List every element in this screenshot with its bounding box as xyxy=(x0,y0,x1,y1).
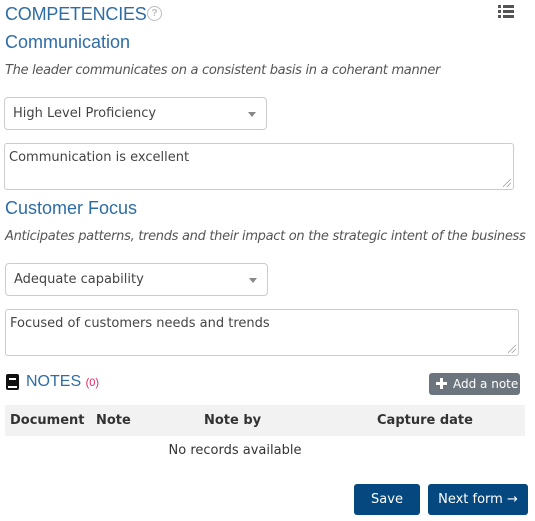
page-title: COMPETENCIES xyxy=(5,4,147,24)
add-note-button[interactable]: Add a note xyxy=(429,373,520,395)
competency-description: The leader communicates on a consistent … xyxy=(5,63,441,78)
competency-title: Communication xyxy=(5,32,131,52)
empty-message: No records available xyxy=(168,443,302,458)
column-header-note[interactable]: Note xyxy=(96,405,131,436)
notes-count: (0) xyxy=(85,377,100,389)
rating-select[interactable]: High Level Proficiency xyxy=(4,97,267,130)
notes-table-header: Document Note Note by Capture date xyxy=(5,405,525,436)
plus-icon xyxy=(436,378,447,389)
comment-textarea[interactable]: Communication is excellent xyxy=(4,143,514,190)
column-header-capture-date[interactable]: Capture date xyxy=(377,405,473,436)
rating-select-value: Adequate capability xyxy=(14,272,144,287)
column-header-note-by[interactable]: Note by xyxy=(204,405,261,436)
comment-textarea[interactable]: Focused of customers needs and trends xyxy=(5,309,519,356)
save-button[interactable]: Save xyxy=(354,484,420,515)
column-header-document[interactable]: Document xyxy=(10,405,85,436)
next-form-button[interactable]: Next form → xyxy=(428,484,528,515)
list-icon[interactable] xyxy=(498,5,514,19)
resize-handle-icon[interactable] xyxy=(508,345,516,353)
caret-down-icon xyxy=(248,112,256,117)
comment-text: Focused of customers needs and trends xyxy=(10,316,270,331)
rating-select-value: High Level Proficiency xyxy=(13,106,157,121)
competency-title: Customer Focus xyxy=(5,198,138,218)
book-icon xyxy=(6,374,19,390)
caret-down-icon xyxy=(249,278,257,283)
add-note-label: Add a note xyxy=(453,377,519,391)
notes-heading: NOTES (0) xyxy=(26,373,99,391)
question-circle-icon[interactable]: ? xyxy=(147,6,162,21)
rating-select[interactable]: Adequate capability xyxy=(5,263,268,296)
resize-handle-icon[interactable] xyxy=(503,179,511,187)
notes-title: NOTES xyxy=(26,373,82,390)
competency-description: Anticipates patterns, trends and their i… xyxy=(5,229,526,244)
comment-text: Communication is excellent xyxy=(9,150,190,165)
